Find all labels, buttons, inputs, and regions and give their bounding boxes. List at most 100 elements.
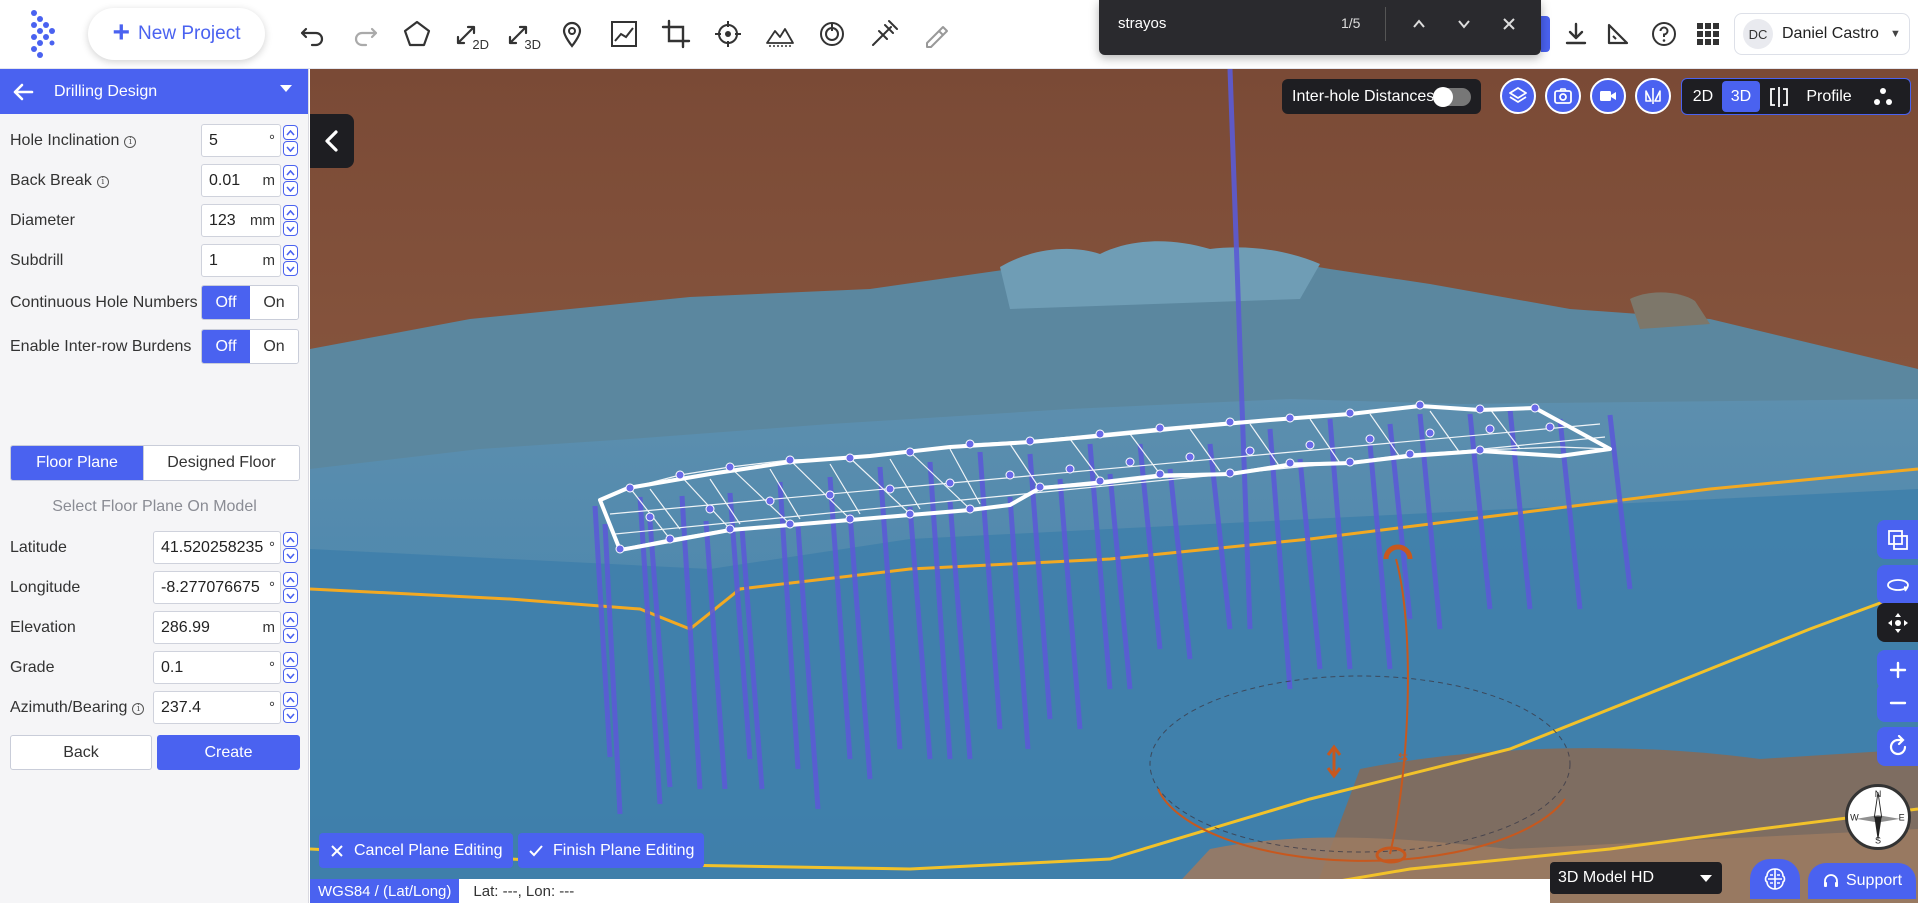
pen-tool[interactable] — [916, 12, 956, 56]
target-tool[interactable] — [708, 12, 748, 56]
compass[interactable]: N S W E — [1845, 784, 1911, 850]
step-up-button[interactable] — [283, 205, 298, 220]
3d-viewport[interactable]: ⇆ — [310, 69, 1918, 903]
back-arrow-icon[interactable] — [10, 79, 36, 105]
hole-inclination-field[interactable] — [202, 125, 262, 156]
step-down-button[interactable] — [283, 221, 298, 236]
azimuth-field[interactable] — [154, 692, 266, 723]
toggle-off-option[interactable]: Off — [202, 330, 250, 363]
profile-chart-tool[interactable] — [604, 12, 644, 56]
diameter-input[interactable]: mm — [201, 204, 281, 237]
step-up-button[interactable] — [283, 165, 298, 180]
user-menu[interactable]: DC Daniel Castro ▼ — [1734, 13, 1910, 55]
grade-input[interactable]: ° — [153, 651, 281, 684]
crop-tool[interactable] — [656, 12, 696, 56]
apps-button[interactable] — [1690, 14, 1726, 54]
back-break-input[interactable]: m — [201, 164, 281, 197]
measure-2d-tool[interactable]: 2D — [449, 12, 489, 56]
diameter-field[interactable] — [202, 205, 250, 236]
ruler-button[interactable] — [1600, 14, 1636, 54]
download-button[interactable] — [1558, 14, 1594, 54]
caret-down-icon[interactable] — [280, 85, 292, 92]
collapse-panel-button[interactable] — [310, 114, 354, 168]
view-mode-split[interactable] — [1760, 81, 1798, 112]
find-next-button[interactable] — [1447, 8, 1481, 40]
cancel-plane-editing-button[interactable]: Cancel Plane Editing — [319, 833, 513, 868]
longitude-input[interactable]: ° — [153, 571, 281, 604]
step-up-button[interactable] — [283, 572, 298, 587]
info-icon[interactable]: i — [124, 136, 137, 148]
info-icon[interactable]: i — [132, 703, 145, 715]
hole-inclination-input[interactable]: ° — [201, 124, 281, 157]
undo-button[interactable] — [293, 12, 333, 56]
view-mode-3d[interactable]: 3D — [1722, 81, 1760, 112]
grade-stepper[interactable] — [283, 652, 298, 683]
continuous-hole-numbers-toggle[interactable]: Off On — [201, 285, 299, 320]
view-mode-more[interactable] — [1860, 81, 1905, 112]
toggle-on-option[interactable]: On — [250, 286, 298, 319]
screenshot-button[interactable] — [1545, 78, 1581, 114]
model-quality-select[interactable]: 3D Model HD — [1550, 862, 1722, 894]
pin-tool[interactable] — [552, 12, 592, 56]
measure-3d-tool[interactable]: 3D — [501, 12, 541, 56]
inter-row-burdens-toggle[interactable]: Off On — [201, 329, 299, 364]
back-break-field[interactable] — [202, 165, 262, 196]
view-mode-profile[interactable]: Profile — [1798, 81, 1860, 112]
terrain-tool[interactable] — [760, 12, 800, 56]
find-close-button[interactable] — [1492, 8, 1526, 40]
layers-button[interactable] — [1500, 78, 1536, 114]
drill-tool[interactable] — [864, 12, 904, 56]
back-button[interactable]: Back — [10, 735, 152, 770]
reset-rotation-button[interactable] — [1877, 727, 1918, 766]
longitude-stepper[interactable] — [283, 572, 298, 603]
orbit-button[interactable] — [1877, 565, 1918, 604]
latitude-stepper[interactable] — [283, 532, 298, 563]
zoom-out-button[interactable] — [1877, 683, 1918, 722]
video-button[interactable] — [1590, 78, 1626, 114]
azimuth-input[interactable]: ° — [153, 691, 281, 724]
redo-button[interactable] — [345, 12, 385, 56]
step-down-button[interactable] — [283, 628, 298, 643]
find-prev-button[interactable] — [1402, 8, 1436, 40]
step-down-button[interactable] — [283, 708, 298, 723]
step-up-button[interactable] — [283, 125, 298, 140]
terrain-scene[interactable]: ⇆ — [310, 69, 1918, 903]
step-down-button[interactable] — [283, 548, 298, 563]
new-project-button[interactable]: + New Project — [88, 8, 265, 60]
gps-tool[interactable] — [812, 12, 852, 56]
grade-field[interactable] — [154, 652, 266, 683]
diameter-stepper[interactable] — [283, 205, 298, 236]
crs-selector[interactable]: WGS84 / (Lat/Long) — [310, 879, 460, 903]
step-up-button[interactable] — [283, 652, 298, 667]
subdrill-input[interactable]: m — [201, 244, 281, 277]
inter-hole-toggle[interactable] — [1433, 87, 1471, 107]
step-up-button[interactable] — [283, 245, 298, 260]
step-down-button[interactable] — [283, 181, 298, 196]
subdrill-field[interactable] — [202, 245, 262, 276]
create-button[interactable]: Create — [157, 735, 300, 770]
info-icon[interactable]: i — [96, 176, 109, 188]
tab-floor-plane[interactable]: Floor Plane — [11, 446, 143, 480]
step-down-button[interactable] — [283, 588, 298, 603]
tab-designed-floor[interactable]: Designed Floor — [143, 446, 299, 480]
latitude-field[interactable] — [154, 532, 266, 563]
step-down-button[interactable] — [283, 261, 298, 276]
back-break-stepper[interactable] — [283, 165, 298, 196]
strayos-logo[interactable] — [26, 8, 64, 60]
subdrill-stepper[interactable] — [283, 245, 298, 276]
step-up-button[interactable] — [283, 612, 298, 627]
latitude-input[interactable]: ° — [153, 531, 281, 564]
find-query[interactable]: strayos — [1118, 15, 1166, 32]
finish-plane-editing-button[interactable]: Finish Plane Editing — [518, 833, 705, 868]
compare-button[interactable] — [1635, 78, 1671, 114]
help-button[interactable] — [1646, 14, 1682, 54]
support-button[interactable]: Support — [1808, 863, 1916, 899]
view-mode-2d[interactable]: 2D — [1684, 81, 1722, 112]
elevation-field[interactable] — [154, 612, 254, 643]
step-down-button[interactable] — [283, 141, 298, 156]
overlay-toggle-button[interactable] — [1877, 520, 1918, 559]
step-up-button[interactable] — [283, 532, 298, 547]
ai-assistant-button[interactable] — [1750, 859, 1800, 899]
polygon-tool[interactable] — [397, 12, 437, 56]
step-down-button[interactable] — [283, 668, 298, 683]
